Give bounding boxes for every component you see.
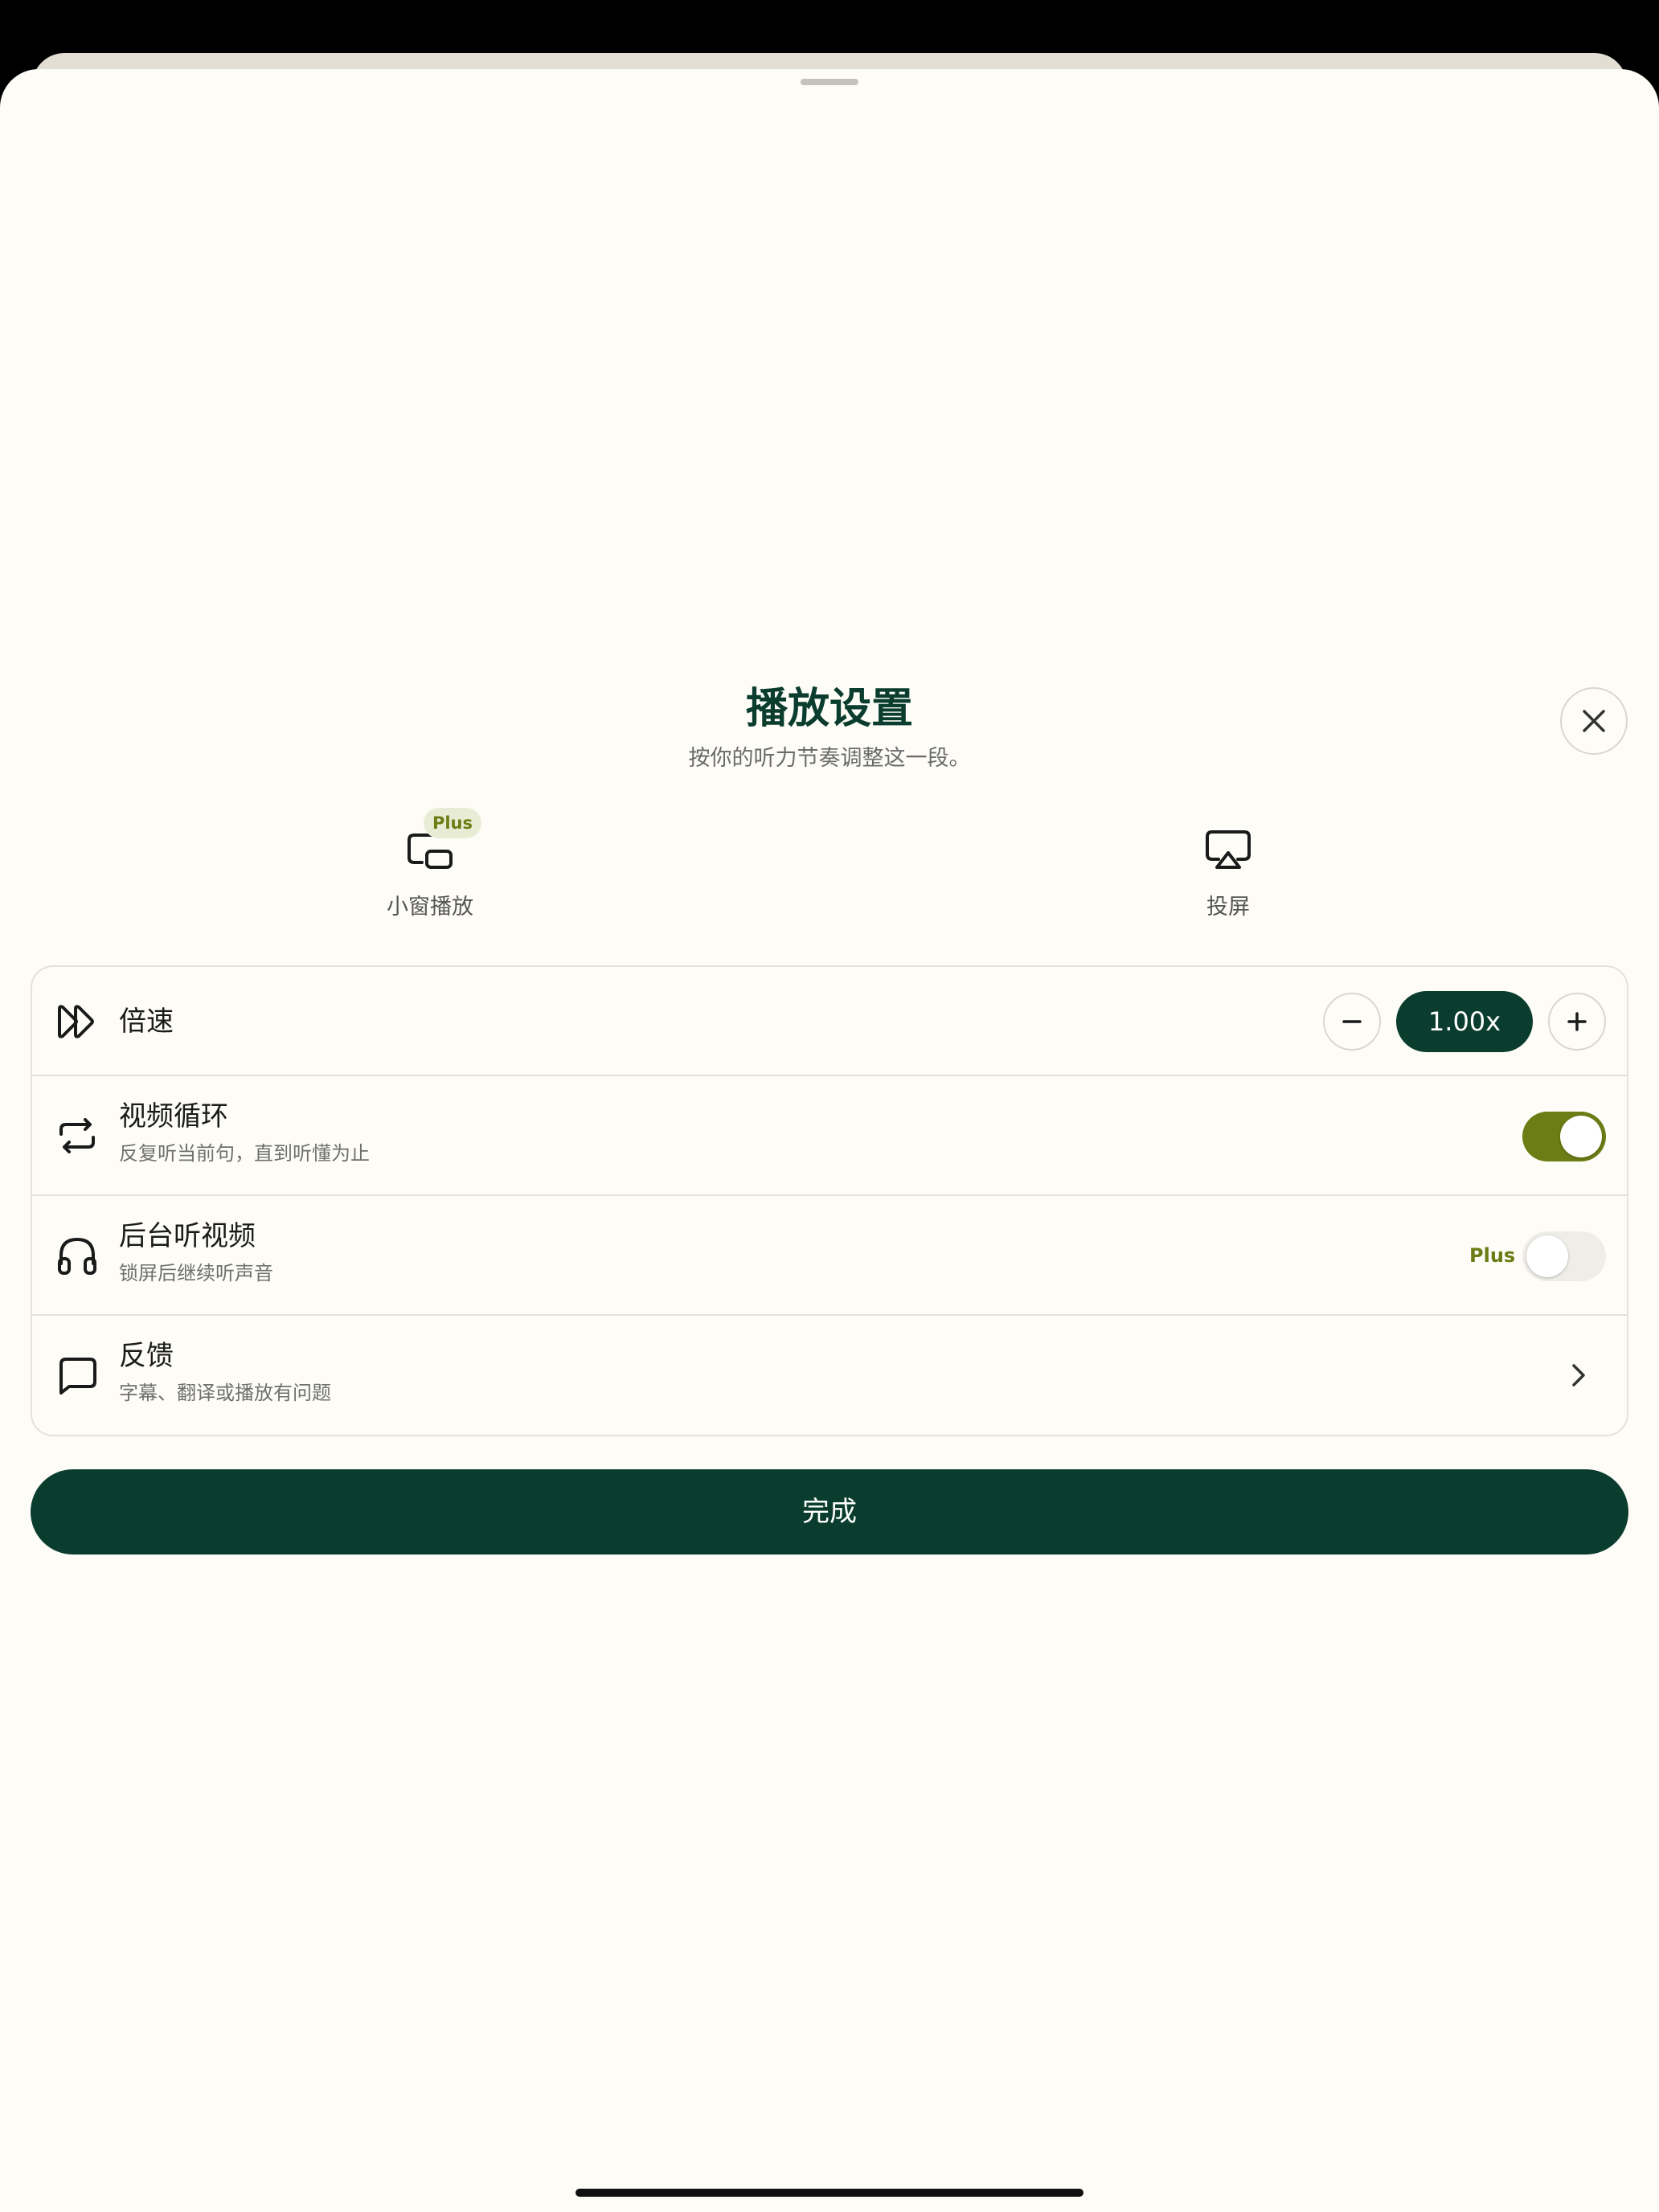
background-listen-plus-tag: Plus [1469, 1244, 1516, 1267]
sheet-subtitle: 按你的听力节奏调整这一段。 [688, 746, 971, 771]
done-button[interactable]: 完成 [31, 1469, 1628, 1555]
pip-plus-badge: Plus [424, 808, 481, 838]
airplay-label: 投屏 [1206, 895, 1250, 920]
feedback-title: 反馈 [119, 1340, 174, 1372]
pip-label: 小窗播放 [387, 895, 473, 920]
fast-forward-icon [55, 999, 100, 1044]
loop-toggle[interactable] [1522, 1112, 1606, 1161]
background-listen-toggle[interactable] [1522, 1231, 1606, 1281]
chevron-right-icon [1572, 1364, 1585, 1387]
background-listen-title: 后台听视频 [119, 1220, 256, 1252]
message-icon [55, 1353, 100, 1398]
airplay-icon [1198, 819, 1259, 880]
feedback-row[interactable]: 反馈 字幕、翻译或播放有问题 [32, 1316, 1627, 1435]
close-icon [1583, 710, 1605, 732]
background-listen-row[interactable]: 后台听视频 锁屏后继续听声音 Plus [32, 1196, 1627, 1316]
plus-icon [1567, 1012, 1587, 1031]
loop-subtitle: 反复听当前句，直到听懂为止 [119, 1142, 370, 1165]
background-listen-subtitle: 锁屏后继续听声音 [119, 1262, 273, 1284]
toggle-knob [1526, 1235, 1568, 1277]
speed-increase-button[interactable] [1548, 993, 1606, 1051]
airplay-button[interactable]: 投屏 [1132, 808, 1325, 928]
speed-decrease-button[interactable] [1323, 993, 1381, 1051]
home-indicator [576, 2189, 1083, 2197]
sheet-grabber[interactable] [801, 79, 858, 85]
toggle-knob [1560, 1116, 1602, 1157]
loop-title: 视频循环 [119, 1100, 228, 1133]
minus-icon [1342, 1020, 1362, 1023]
sheet-title: 播放设置 [745, 684, 913, 733]
headphones-icon [55, 1233, 100, 1278]
settings-card: 倍速 1.00x 视频循环 反复听当前句，直到听懂为止 后台听视频 锁屏后继续听… [31, 965, 1628, 1436]
close-button[interactable] [1560, 687, 1628, 755]
feedback-subtitle: 字幕、翻译或播放有问题 [119, 1382, 331, 1404]
speed-row: 倍速 1.00x [32, 967, 1627, 1076]
speed-title: 倍速 [119, 1006, 174, 1038]
speed-value[interactable]: 1.00x [1396, 991, 1533, 1052]
loop-row[interactable]: 视频循环 反复听当前句，直到听懂为止 [32, 1076, 1627, 1196]
repeat-icon [55, 1113, 100, 1158]
